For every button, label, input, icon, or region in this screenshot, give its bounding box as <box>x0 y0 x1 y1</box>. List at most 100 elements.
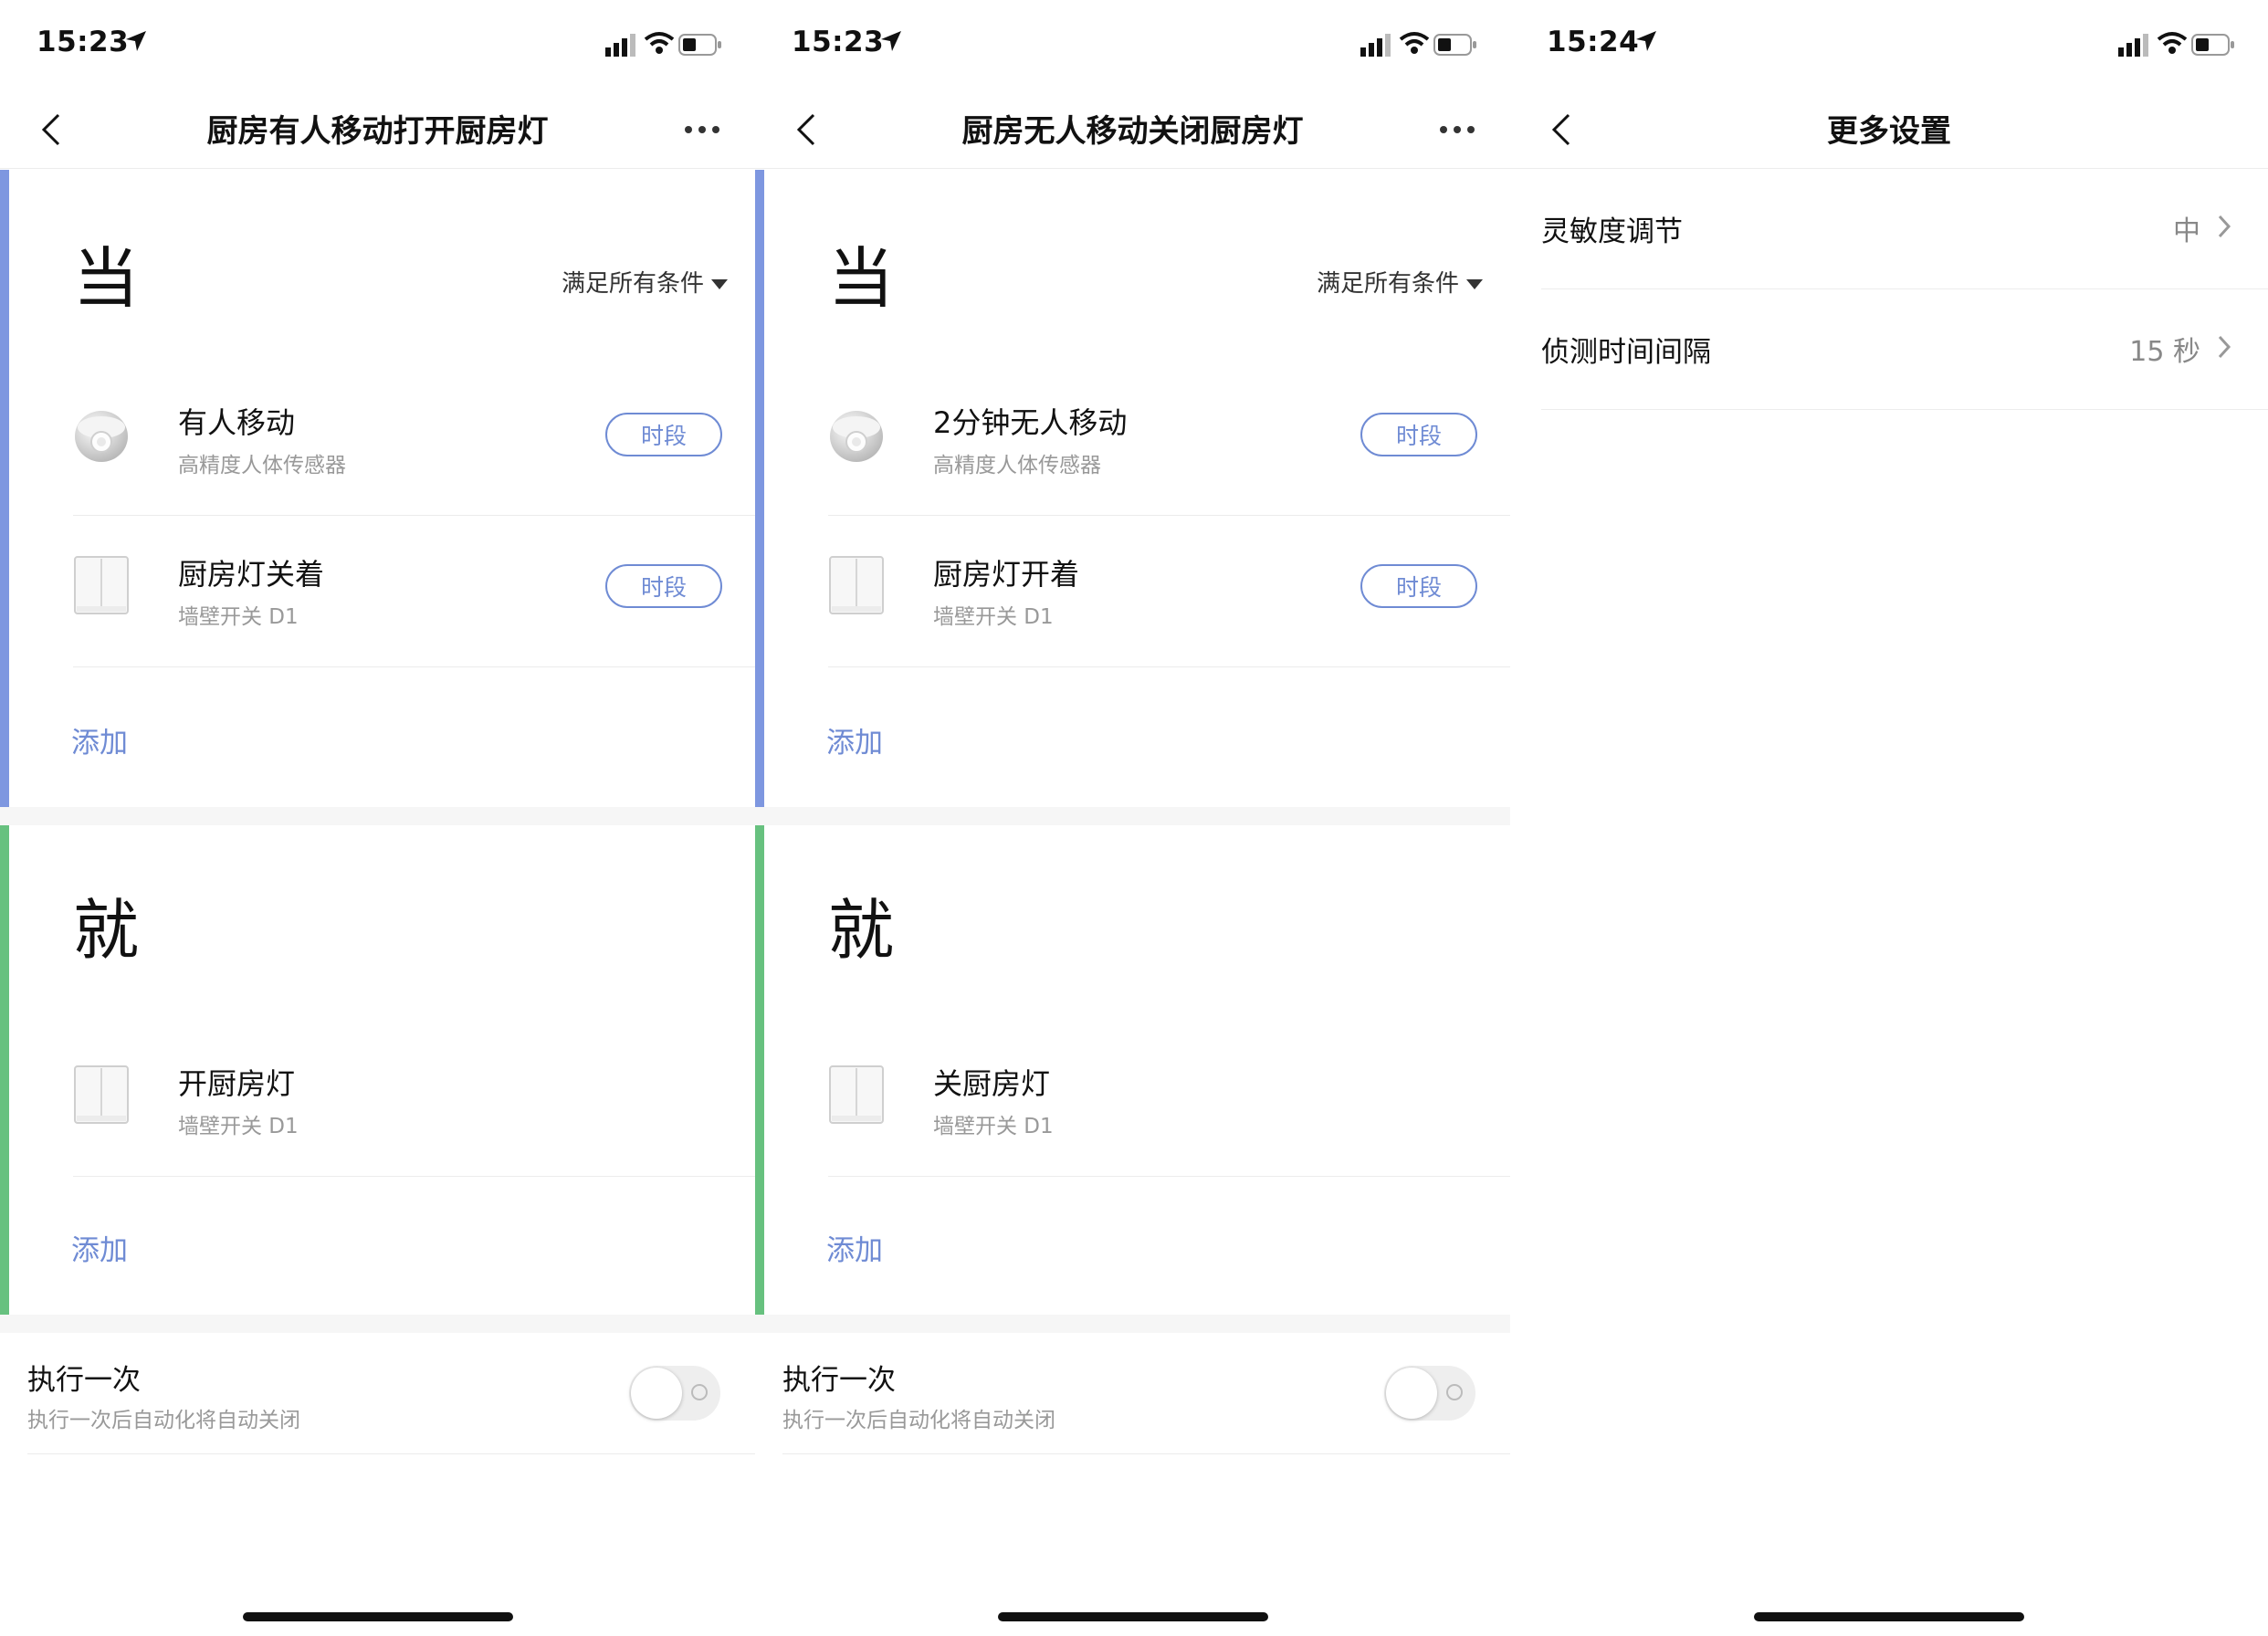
toggle-off-indicator <box>1446 1384 1463 1400</box>
execute-once-toggle[interactable] <box>629 1366 720 1421</box>
condition-title: 厨房灯开着 <box>933 557 1080 592</box>
home-indicator <box>1754 1612 2024 1621</box>
screen-automation-motion-off: 15:23 厨房无人移动关闭厨房灯 当 满足所有条件 2分钟无人移动 高精度人体… <box>755 0 1510 1636</box>
action-item[interactable]: 开厨房灯 墙壁开关 D1 <box>73 1026 755 1177</box>
status-time: 15:24 <box>1547 26 1640 58</box>
more-dots-icon[interactable] <box>1439 121 1475 138</box>
toggle-knob <box>1386 1368 1437 1419</box>
battery-icon <box>678 33 722 60</box>
location-arrow-icon <box>879 29 903 57</box>
condition-device: 高精度人体传感器 <box>178 454 346 477</box>
condition-title: 有人移动 <box>178 405 296 440</box>
location-arrow-icon <box>1634 29 1658 57</box>
nav-bar: 厨房有人移动打开厨房灯 <box>0 91 755 169</box>
wall-switch-icon <box>73 555 130 615</box>
setting-sensitivity[interactable]: 灵敏度调节 中 <box>1541 168 2268 289</box>
wall-switch-icon <box>73 1064 130 1125</box>
status-time: 15:23 <box>792 26 885 58</box>
condition-item[interactable]: 厨房灯关着 墙壁开关 D1 时段 <box>73 517 755 667</box>
add-action-button[interactable]: 添加 <box>826 1227 883 1268</box>
condition-mode-label: 满足所有条件 <box>561 270 704 298</box>
status-bar: 15:23 <box>755 26 1510 66</box>
section-separator <box>755 1315 1510 1333</box>
time-period-button[interactable]: 时段 <box>1360 564 1477 608</box>
signal-icon <box>2118 33 2149 60</box>
execute-once-subtitle: 执行一次后自动化将自动关闭 <box>782 1409 1055 1432</box>
section-separator <box>755 807 1510 825</box>
setting-value: 中 <box>2173 215 2200 247</box>
then-accent-bar <box>0 825 9 1315</box>
motion-sensor-icon <box>73 404 130 464</box>
action-title: 开厨房灯 <box>178 1066 296 1101</box>
condition-item[interactable]: 2分钟无人移动 高精度人体传感器 时段 <box>828 365 1510 516</box>
toggle-knob <box>631 1368 682 1419</box>
location-arrow-icon <box>124 29 148 57</box>
condition-title: 厨房灯关着 <box>178 557 325 592</box>
wifi-icon <box>1399 31 1430 58</box>
more-dots-icon[interactable] <box>684 121 720 138</box>
then-heading: 就 <box>73 892 140 969</box>
time-period-button[interactable]: 时段 <box>1360 413 1477 456</box>
execute-once-row: 执行一次 执行一次后自动化将自动关闭 <box>27 1335 755 1454</box>
execute-once-subtitle: 执行一次后自动化将自动关闭 <box>27 1409 300 1432</box>
then-section: 就 关厨房灯 墙壁开关 D1 添加 <box>755 825 1510 1315</box>
action-device: 墙壁开关 D1 <box>933 1115 1054 1138</box>
battery-icon <box>1433 33 1477 60</box>
condition-device: 墙壁开关 D1 <box>178 605 299 629</box>
execute-once-title: 执行一次 <box>782 1364 896 1397</box>
home-indicator <box>242 1612 513 1621</box>
home-indicator <box>997 1612 1268 1621</box>
condition-mode-dropdown[interactable]: 满足所有条件 <box>1317 265 1483 299</box>
execute-once-toggle[interactable] <box>1384 1366 1475 1421</box>
then-heading: 就 <box>828 892 895 969</box>
signal-icon <box>605 33 636 60</box>
condition-item[interactable]: 有人移动 高精度人体传感器 时段 <box>73 365 755 516</box>
then-section: 就 开厨房灯 墙壁开关 D1 添加 <box>0 825 755 1315</box>
condition-title: 2分钟无人移动 <box>933 405 1128 440</box>
wifi-icon <box>2157 31 2188 58</box>
execute-once-title: 执行一次 <box>27 1364 141 1397</box>
when-heading: 当 <box>828 240 895 317</box>
toggle-off-indicator <box>691 1384 708 1400</box>
setting-value: 15 秒 <box>2129 336 2200 368</box>
wifi-icon <box>644 31 675 58</box>
when-section: 当 满足所有条件 2分钟无人移动 高精度人体传感器 时段 厨房灯开着 墙壁开关 … <box>755 170 1510 807</box>
when-section: 当 满足所有条件 有人移动 高精度人体传感器 时段 厨房灯关着 墙壁开关 D1 … <box>0 170 755 807</box>
condition-device: 墙壁开关 D1 <box>933 605 1054 629</box>
screen-more-settings: 15:24 更多设置 灵敏度调节 中 侦测时间间隔 15 秒 <box>1510 0 2268 1636</box>
status-bar: 15:23 <box>0 26 755 66</box>
chevron-right-icon <box>2217 214 2231 243</box>
status-bar: 15:24 <box>1510 26 2268 66</box>
condition-device: 高精度人体传感器 <box>933 454 1101 477</box>
nav-bar: 厨房无人移动关闭厨房灯 <box>755 91 1510 169</box>
page-title: 厨房有人移动打开厨房灯 <box>206 113 549 150</box>
setting-label: 侦测时间间隔 <box>1541 336 1711 369</box>
dropdown-triangle-icon <box>1466 279 1483 289</box>
condition-mode-dropdown[interactable]: 满足所有条件 <box>562 265 728 299</box>
section-separator <box>0 807 755 825</box>
add-action-button[interactable]: 添加 <box>71 1227 128 1268</box>
then-accent-bar <box>755 825 764 1315</box>
setting-detection-interval[interactable]: 侦测时间间隔 15 秒 <box>1541 288 2268 410</box>
time-period-button[interactable]: 时段 <box>605 413 722 456</box>
action-item[interactable]: 关厨房灯 墙壁开关 D1 <box>828 1026 1510 1177</box>
signal-icon <box>1360 33 1391 60</box>
condition-mode-label: 满足所有条件 <box>1316 270 1459 298</box>
screen-automation-motion-on: 15:23 厨房有人移动打开厨房灯 当 满足所有条件 有人移动 高精度人体传感器… <box>0 0 755 1636</box>
when-heading: 当 <box>73 240 140 317</box>
page-title: 更多设置 <box>1827 113 1951 150</box>
page-title: 厨房无人移动关闭厨房灯 <box>961 113 1304 150</box>
action-device: 墙壁开关 D1 <box>178 1115 299 1138</box>
wall-switch-icon <box>828 1064 885 1125</box>
dropdown-triangle-icon <box>711 279 728 289</box>
when-accent-bar <box>0 170 9 807</box>
motion-sensor-icon <box>828 404 885 464</box>
when-accent-bar <box>755 170 764 807</box>
add-condition-button[interactable]: 添加 <box>71 719 128 760</box>
setting-label: 灵敏度调节 <box>1541 215 1683 248</box>
condition-item[interactable]: 厨房灯开着 墙壁开关 D1 时段 <box>828 517 1510 667</box>
section-separator <box>0 1315 755 1333</box>
status-time: 15:23 <box>37 26 130 58</box>
add-condition-button[interactable]: 添加 <box>826 719 883 760</box>
time-period-button[interactable]: 时段 <box>605 564 722 608</box>
